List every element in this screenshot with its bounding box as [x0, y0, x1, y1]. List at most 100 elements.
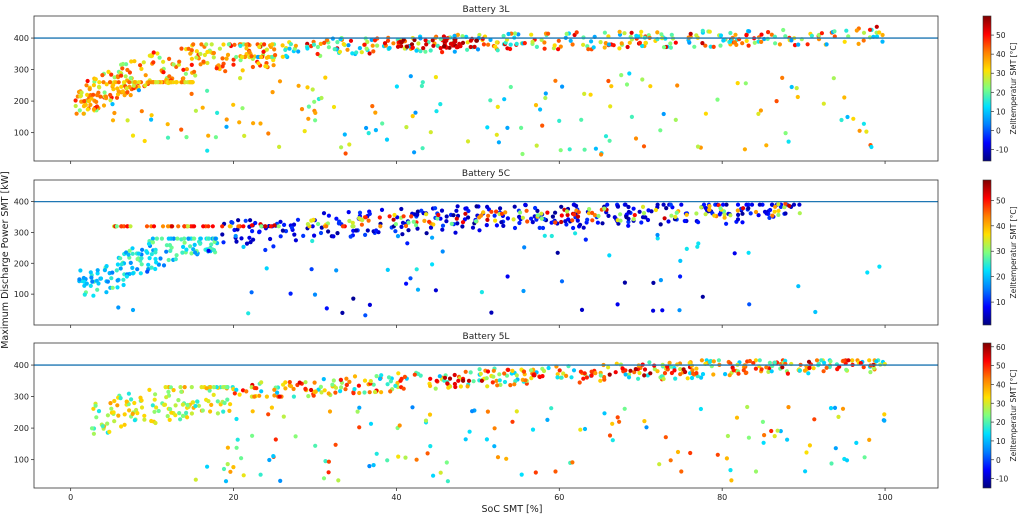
data-point	[228, 469, 233, 474]
data-point	[541, 368, 547, 374]
data-point	[139, 262, 144, 267]
data-point	[128, 260, 133, 265]
data-point	[363, 215, 368, 220]
data-point	[776, 208, 781, 213]
panel-title: Battery 5C	[462, 169, 510, 179]
data-point	[736, 371, 741, 376]
data-point	[224, 56, 229, 61]
data-point	[100, 73, 105, 78]
data-point	[442, 44, 447, 49]
x-axis-label: SoC SMT [%]	[482, 504, 543, 515]
data-point	[610, 438, 615, 443]
data-point	[130, 265, 135, 270]
data-point	[481, 42, 486, 47]
data-point	[772, 209, 777, 214]
data-point	[511, 217, 516, 222]
data-point	[292, 232, 297, 237]
data-point	[180, 413, 185, 418]
data-point	[309, 387, 314, 393]
data-point	[514, 41, 519, 47]
data-point	[762, 433, 767, 438]
data-point	[786, 139, 791, 144]
data-point	[278, 478, 283, 483]
data-point	[723, 372, 728, 377]
data-point	[582, 91, 587, 96]
data-point	[740, 211, 745, 216]
data-point	[649, 209, 654, 214]
data-point	[188, 244, 193, 249]
data-point	[545, 210, 550, 215]
data-point	[124, 86, 129, 91]
data-point	[213, 135, 218, 140]
data-point	[82, 292, 87, 297]
data-point	[603, 134, 609, 139]
data-point	[783, 211, 788, 216]
data-point	[643, 215, 648, 220]
data-point	[367, 302, 372, 307]
data-point	[163, 385, 168, 390]
data-point	[453, 230, 458, 235]
data-point	[711, 44, 716, 50]
data-point	[316, 221, 321, 227]
data-point	[379, 373, 384, 378]
data-point	[119, 424, 124, 429]
data-point	[474, 38, 479, 43]
data-point	[653, 207, 659, 213]
data-point	[772, 434, 777, 439]
data-point	[633, 367, 638, 372]
data-point	[622, 406, 627, 411]
data-point	[756, 111, 761, 116]
data-point	[457, 41, 462, 47]
data-point	[231, 465, 236, 470]
data-point	[144, 224, 150, 229]
data-point	[414, 212, 420, 217]
data-point	[357, 425, 362, 430]
data-point	[623, 372, 628, 377]
data-point	[463, 369, 468, 374]
data-point	[174, 253, 179, 258]
data-point	[582, 147, 587, 152]
data-point	[318, 384, 323, 389]
scatter-points	[77, 201, 882, 318]
data-point	[108, 98, 113, 103]
data-point	[168, 407, 173, 412]
data-point	[452, 381, 457, 387]
data-point	[94, 415, 99, 420]
data-point	[413, 110, 418, 115]
data-point	[430, 38, 435, 43]
data-point	[602, 206, 607, 211]
data-point	[811, 366, 816, 371]
data-point	[611, 43, 616, 48]
data-point	[495, 48, 500, 53]
data-point	[522, 41, 527, 46]
data-point	[93, 403, 98, 408]
data-point	[721, 202, 726, 207]
data-point	[769, 428, 774, 434]
data-point	[234, 239, 239, 244]
data-point	[191, 42, 196, 47]
data-point	[220, 56, 225, 61]
data-point	[138, 395, 143, 400]
data-point	[250, 229, 255, 234]
data-point	[446, 385, 451, 390]
data-point	[225, 52, 231, 58]
data-point	[746, 43, 751, 48]
data-point	[433, 288, 438, 293]
data-point	[357, 46, 362, 51]
data-point	[392, 212, 397, 218]
data-point	[673, 117, 678, 122]
data-point	[775, 428, 780, 433]
data-point	[227, 408, 232, 413]
data-point	[139, 109, 144, 114]
data-point	[496, 140, 501, 145]
data-point	[189, 251, 194, 256]
data-point	[821, 101, 826, 106]
data-point	[867, 358, 872, 363]
data-point	[198, 236, 203, 241]
data-point	[637, 209, 642, 214]
data-point	[672, 368, 677, 373]
data-point	[165, 414, 170, 419]
data-point	[354, 50, 359, 55]
data-point	[772, 360, 777, 365]
data-point	[166, 236, 171, 241]
